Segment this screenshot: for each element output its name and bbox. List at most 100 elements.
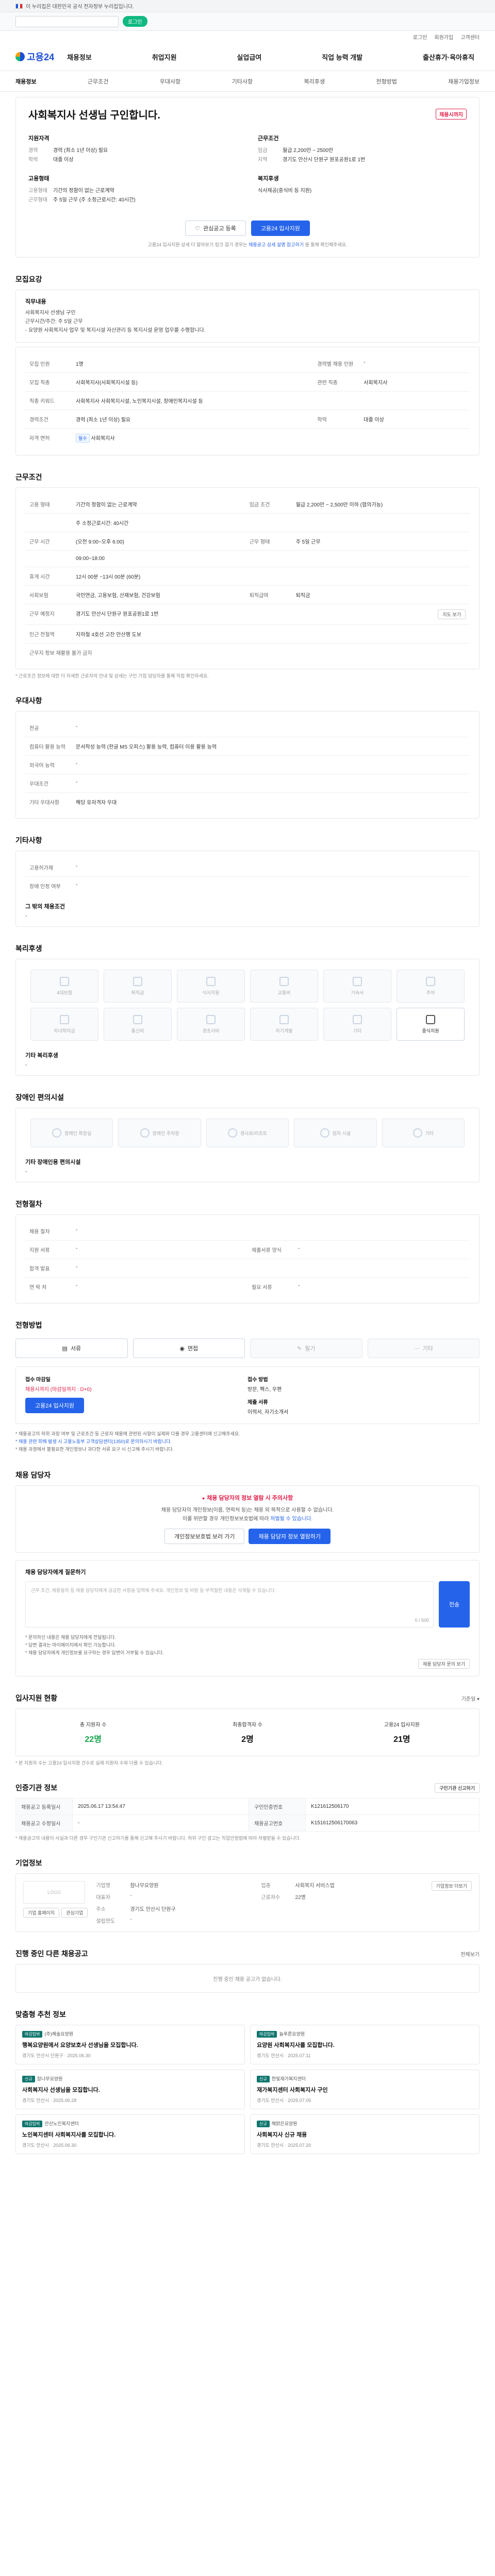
table-row: 직종 키워드 사회복지사 사회복지시설, 노인복지시설, 장애인복지시설 등: [25, 391, 470, 410]
recommendation-card[interactable]: 마감임박 (주)해솔요양원 행복요양원에서 요양보호사 선생님을 모집합니다. 경기도…: [15, 2025, 245, 2064]
map-button[interactable]: 지도 보기: [438, 609, 466, 619]
welfare-item: 통신비: [104, 1008, 172, 1041]
summary-value: 대졸 이상: [53, 157, 74, 163]
row-value: 사회복지사: [359, 372, 470, 392]
stats-filter[interactable]: 기준일 ▾: [461, 1694, 480, 1702]
tab-recruit[interactable]: 채용정보: [15, 77, 36, 86]
gnb-item[interactable]: 출산휴가·육아휴직: [423, 52, 474, 62]
tab-screening[interactable]: 전형방법: [376, 77, 397, 86]
welfare-label: 식사지원: [202, 990, 220, 995]
rec-meta: 경기도 안산시 · 2025.07.20: [257, 2143, 311, 2148]
view-manager-button[interactable]: 채용 담당자 정보 열람하기: [249, 1529, 331, 1544]
util-login[interactable]: 로그인: [413, 33, 427, 41]
apply-button[interactable]: 고용24 입사지원: [251, 221, 310, 236]
save-job-button[interactable]: ♡ 관심공고 등록: [185, 221, 246, 236]
pencil-icon: ✎: [297, 1345, 302, 1352]
apply-methods: ▤ 서류 ◉ 면접 ✎ 필기 ⋯ 기타: [15, 1335, 480, 1361]
stat-label: 고용24 입사지원: [384, 1722, 420, 1728]
disability-label: 장애인 주차장: [152, 1130, 179, 1136]
row-key: 전공: [29, 726, 39, 732]
welfare-label: 퇴직금: [131, 990, 144, 995]
gnb-item[interactable]: 실업급여: [237, 52, 261, 62]
rec-meta: 경기도 안산시 · 2025.06.28: [22, 2098, 77, 2103]
util-signup[interactable]: 회원가입: [434, 33, 453, 41]
tab-company[interactable]: 채용기업정보: [448, 77, 480, 86]
row-key: 기타 우대사항: [25, 792, 72, 811]
company-key: 기업명: [96, 1883, 110, 1889]
main-nav: 채용정보 취업지원 실업급여 직업 능력 개발 출산휴가·육아휴직: [62, 52, 480, 62]
inquiry-textarea[interactable]: 근무 조건, 채용절차 등 채용 담당자에게 궁금한 사항을 입력해 주세요. …: [25, 1581, 434, 1628]
info-footnote: * 채용공고의 내용이 사실과 다른 경우 구인기관 신고하기를 통해 신고해 …: [15, 1836, 301, 1841]
table-row: 인근 전철역 지하철 4호선 고잔 안산행 도보: [25, 624, 470, 643]
work-table-box: 고용 형태 기간의 정함이 없는 근로계약 임금 조건 월급 2,200만 ~ 2,5…: [15, 487, 480, 669]
book-icon: [279, 1014, 289, 1024]
how-value: 방문, 팩스, 우편: [248, 1387, 282, 1393]
row-value-with-map: 경기도 안산시 단원구 원포공원1로 1번 지도 보기: [72, 604, 470, 625]
document-icon: ▤: [62, 1345, 68, 1352]
method-item-active: ▤ 서류: [15, 1338, 128, 1358]
tab-preferences[interactable]: 우대사항: [160, 77, 180, 86]
caution-line-2: 이를 위반할 경우 개인정보보호법에 따라 처벌될 수 있습니다.: [24, 1515, 471, 1523]
gnb-item[interactable]: 취업지원: [152, 52, 177, 62]
caution-line-pre: 이를 위반할 경우 개인정보보호법에 따라: [182, 1516, 269, 1522]
company-key: 대표자: [96, 1895, 110, 1901]
top-search-input[interactable]: [15, 15, 119, 27]
welfare-item: 경조사비: [177, 1008, 245, 1041]
etc-table-box: 고용허가제 - 장애 인정 여부 - 그 밖의 채용조건 -: [15, 851, 480, 927]
company-homepage-button[interactable]: 기업 홈페이지: [23, 1908, 60, 1918]
row-key: 장애 인정 여부: [25, 876, 72, 895]
summary-heading: 복지후생: [258, 176, 279, 182]
send-button[interactable]: 전송: [439, 1581, 470, 1628]
section-title: 전형절차: [15, 1199, 480, 1209]
privacy-law-button[interactable]: 개인정보보호법 보러 가기: [164, 1529, 245, 1544]
row-value: 사회복지사(사회복지시설 등): [72, 372, 314, 392]
recommendation-card[interactable]: 마감임박 안산노인복지센터 노인복지센터 사회복지사를 모집합니다. 경기도 안산시 …: [15, 2114, 245, 2154]
util-help[interactable]: 고객센터: [460, 33, 480, 41]
char-counter: 0 / 500: [415, 1618, 429, 1623]
login-pill[interactable]: 로그인: [123, 16, 147, 27]
row-key: 모집 직종: [25, 372, 72, 392]
rec-title: 노인복지센터 사회복지사를 모집합니다.: [22, 2132, 116, 2138]
etc-icon: [412, 1128, 422, 1138]
summary-key: 임금: [258, 148, 268, 154]
view-all-link[interactable]: 전체보기: [460, 1950, 480, 1958]
row-key: 지원 서류: [25, 1240, 72, 1259]
report-button[interactable]: 구인기관 신고하기: [435, 1783, 480, 1793]
disability-label: 점자 시설: [332, 1130, 351, 1136]
summary-value: 식사제공(중식비 등 지원): [258, 188, 312, 194]
row-key: 경력별 채용 인원: [317, 362, 354, 367]
deadline-value: 채용시까지 (마감일까지 : D+0): [25, 1387, 92, 1393]
recommendation-card[interactable]: 신규 참나무요양원 사회복지사 선생님을 모집합니다. 경기도 안산시 · 2025.…: [15, 2070, 245, 2109]
apply-button-2[interactable]: 고용24 입사지원: [25, 1398, 85, 1413]
row-value: -: [72, 1259, 470, 1278]
favorite-company-button[interactable]: 관심기업: [61, 1908, 88, 1918]
tab-welfare[interactable]: 복리후생: [304, 77, 325, 86]
site-logo[interactable]: 고용24: [15, 50, 62, 63]
docs-label: 제출 서류: [248, 1400, 268, 1405]
table-row: 기타 우대사항 해당 유자격자 우대: [25, 792, 470, 811]
recommendation-card[interactable]: 마감임박 늘푸른요양원 요양원 사회복지사를 모집합니다. 경기도 안산시 · 202…: [250, 2025, 480, 2064]
gnb-item[interactable]: 직업 능력 개발: [322, 52, 362, 62]
company-key: 업종: [261, 1883, 271, 1889]
caution-line: 채용 담당자의 개인정보(이름, 연락처 등)는 채용 외 목적으로 사용할 수…: [161, 1507, 334, 1513]
gnb-item[interactable]: 채용정보: [67, 52, 92, 62]
section-title: 인증기관 정보 구인기관 신고하기: [15, 1783, 480, 1793]
recommendation-card[interactable]: 신규 한빛재가복지센터 재가복지센터 사회복지사 구인 경기도 안산시 · 2025.…: [250, 2070, 480, 2109]
company-more-button[interactable]: 기업정보 더보기: [431, 1881, 472, 1891]
duty-line: - 요양원 사회복지사 업무 및 복지시설 자산관리 등 복지시설 운영 업무를…: [25, 328, 206, 333]
table-row: 합격 발표 -: [25, 1259, 470, 1278]
apply-note-link[interactable]: 채용공고 상세 설명 참고하기: [249, 242, 304, 247]
row-value: -: [72, 876, 470, 895]
row-key: 근무 예정지: [25, 604, 72, 625]
recommendation-card[interactable]: 신규 해맑은요양원 사회복지사 신규 채용 경기도 안산시 · 2025.07.20: [250, 2114, 480, 2154]
phone-icon: [133, 1014, 142, 1024]
flag-icon: [15, 3, 23, 9]
retirement-icon: [133, 976, 142, 986]
restroom-icon: [52, 1128, 62, 1138]
company-value: -: [130, 1917, 132, 1922]
disability-box: 장애인 화장실 장애인 주차장 경사로/리프트 점자 시설 기타 기타 장애인용…: [15, 1108, 480, 1182]
inquiry-view-button[interactable]: 채용 담당자 문의 보기: [418, 1659, 470, 1669]
tab-etc[interactable]: 기타사항: [232, 77, 253, 86]
welfare-item: 기숙사: [323, 970, 391, 1003]
tab-conditions[interactable]: 근무조건: [88, 77, 108, 86]
